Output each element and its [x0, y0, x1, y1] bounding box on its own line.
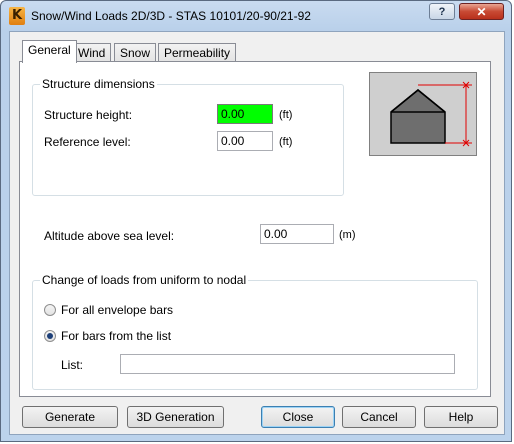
load-change-label: Change of loads from uniform to nodal — [40, 273, 249, 287]
all-envelope-bars-radio[interactable] — [44, 304, 56, 316]
help-button[interactable]: Help — [424, 406, 498, 428]
dialog-client-area: General Wind Snow Permeability Structure… — [9, 31, 505, 435]
building-icon — [390, 81, 472, 147]
structure-height-label: Structure height: — [44, 108, 133, 122]
cancel-button[interactable]: Cancel — [342, 406, 416, 428]
tab-snow[interactable]: Snow — [114, 43, 157, 62]
structure-dimensions-label: Structure dimensions — [40, 77, 157, 91]
general-tab-panel: Structure dimensions Structure height: (… — [19, 61, 491, 397]
3d-generation-button[interactable]: 3D Generation — [127, 406, 224, 428]
app-icon: K — [9, 7, 25, 25]
altitude-label: Altitude above sea level: — [44, 229, 175, 243]
bars-from-list-radio[interactable] — [44, 330, 56, 342]
tab-permeability[interactable]: Permeability — [158, 43, 237, 62]
app-icon-letter: K — [12, 8, 23, 23]
title-help-button[interactable]: ? — [429, 3, 455, 20]
structure-height-unit: (ft) — [279, 109, 293, 121]
bars-from-list-label[interactable]: For bars from the list — [61, 329, 171, 343]
bar-list-input[interactable] — [120, 354, 455, 374]
window-title: Snow/Wind Loads 2D/3D - STAS 10101/20-90… — [31, 9, 311, 23]
reference-level-label: Reference level: — [44, 135, 131, 149]
list-label: List: — [61, 358, 84, 372]
tab-general[interactable]: General — [22, 40, 77, 63]
generate-button[interactable]: Generate — [22, 406, 118, 428]
tab-wind[interactable]: Wind — [72, 43, 112, 62]
altitude-input[interactable] — [260, 224, 334, 244]
title-close-button[interactable]: ✕ — [459, 3, 504, 20]
dialog-window: K Snow/Wind Loads 2D/3D - STAS 10101/20-… — [0, 0, 512, 442]
structure-height-diagram — [369, 72, 477, 156]
title-bar[interactable]: K Snow/Wind Loads 2D/3D - STAS 10101/20-… — [1, 1, 513, 31]
reference-level-unit: (ft) — [279, 136, 293, 148]
altitude-unit: (m) — [339, 229, 356, 241]
close-button[interactable]: Close — [261, 406, 335, 428]
all-envelope-bars-label[interactable]: For all envelope bars — [61, 303, 173, 317]
structure-height-input[interactable] — [217, 104, 273, 124]
reference-level-input[interactable] — [217, 131, 273, 151]
